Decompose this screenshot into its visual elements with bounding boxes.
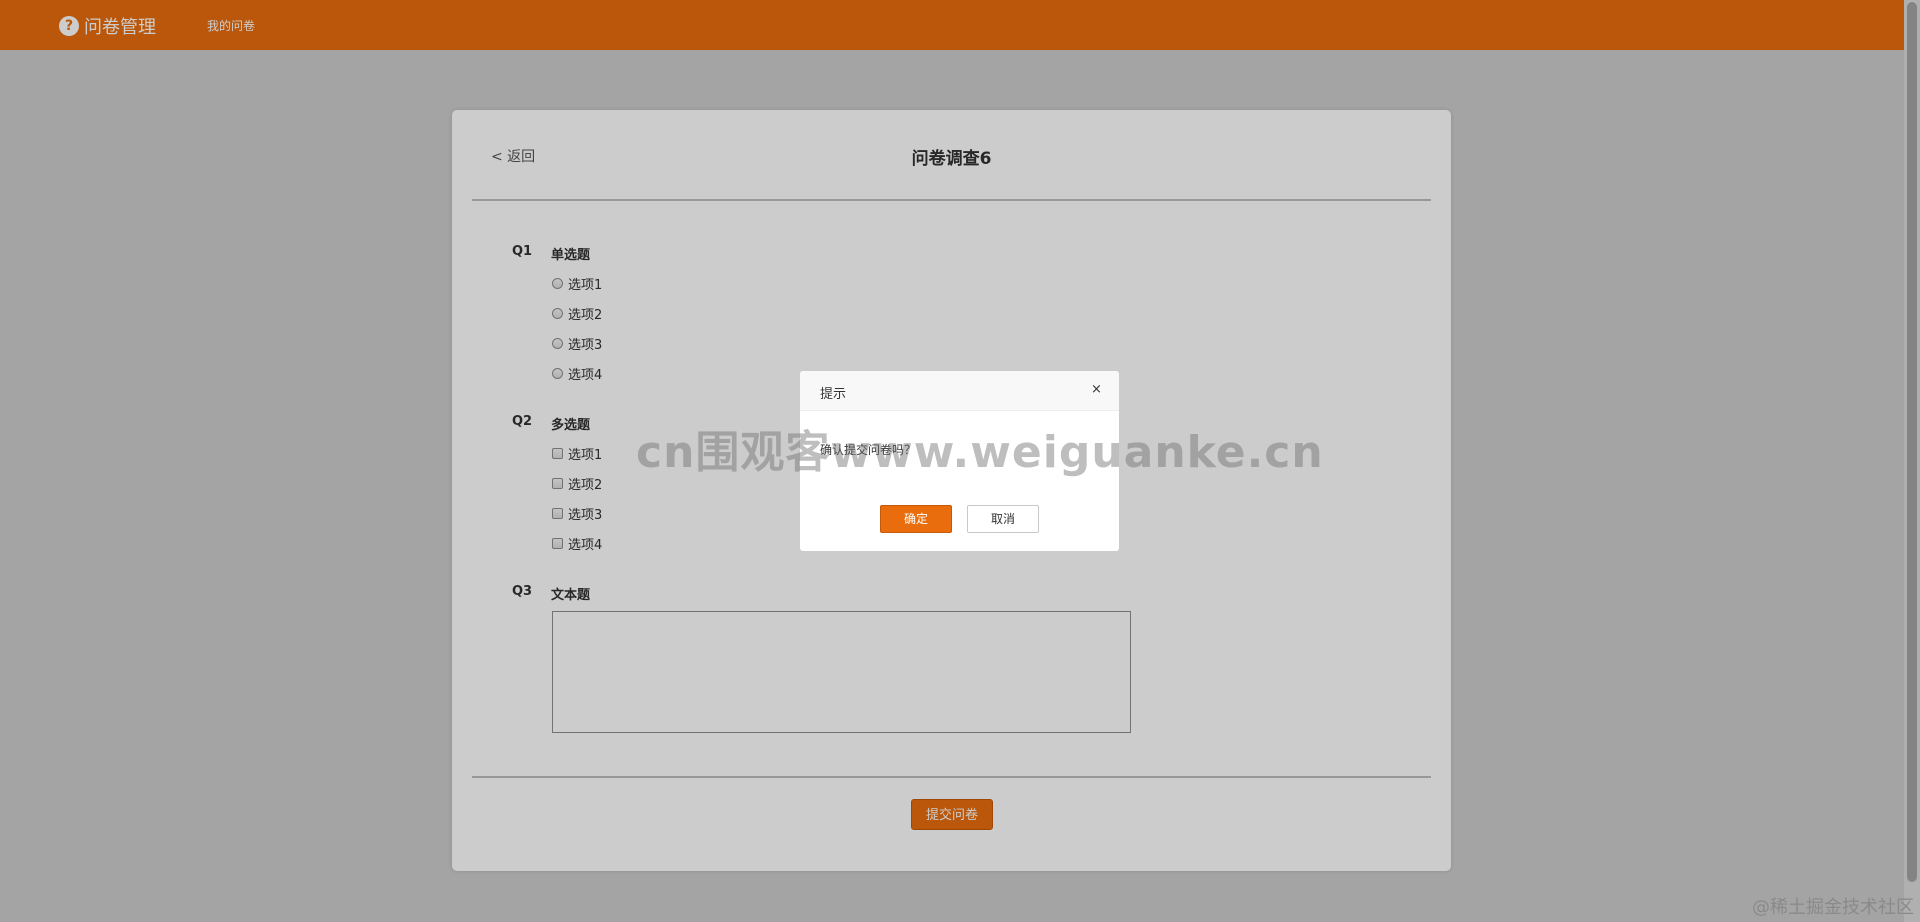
dialog-header: 提示 × <box>800 371 1119 411</box>
cancel-button[interactable]: 取消 <box>967 505 1039 533</box>
confirm-button[interactable]: 确定 <box>880 505 952 533</box>
watermark-corner: @稀土掘金技术社区 <box>1752 897 1914 918</box>
dialog-title: 提示 <box>820 387 847 402</box>
close-icon[interactable]: × <box>1091 382 1102 397</box>
watermark-center: cn围观客www.weiguanke.cn <box>636 427 1324 478</box>
